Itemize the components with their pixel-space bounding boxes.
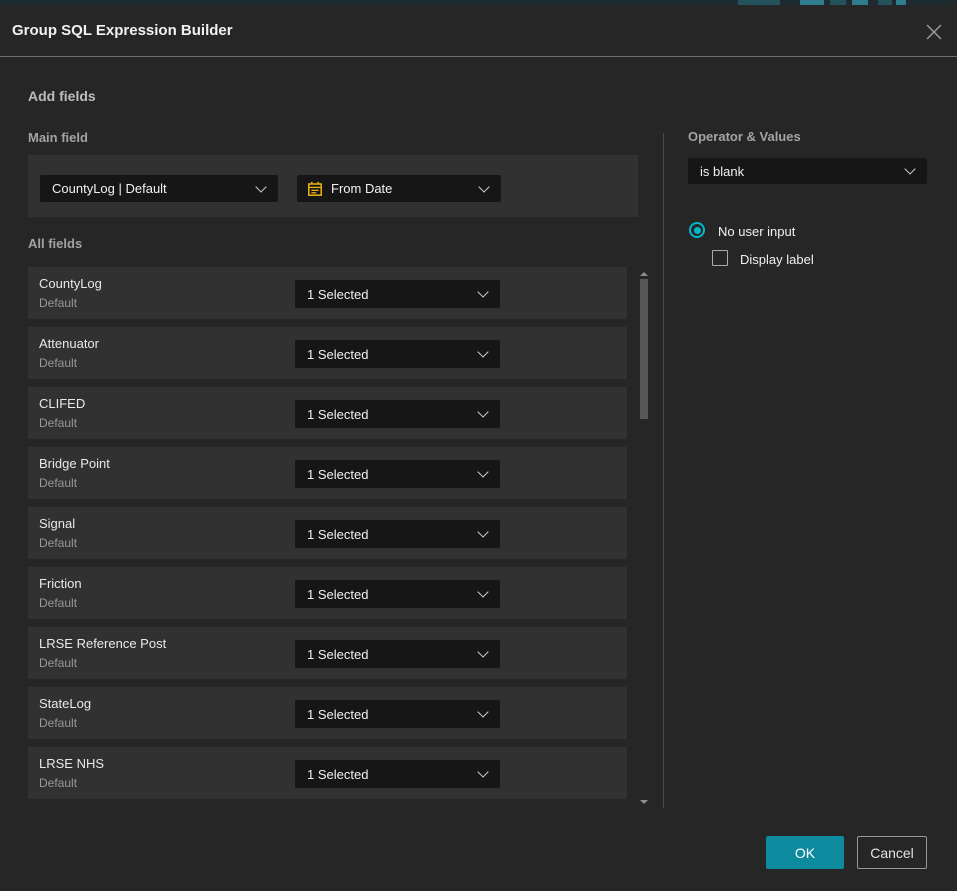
main-layer-dropdown[interactable]: CountyLog | Default — [40, 175, 278, 202]
field-sublabel: Default — [39, 296, 77, 310]
field-name: Signal — [39, 516, 75, 531]
field-row: LRSE Reference Post Default 1 Selected — [28, 627, 627, 679]
chevron-down-icon — [477, 406, 488, 417]
field-row: CountyLog Default 1 Selected — [28, 267, 627, 319]
chevron-down-icon — [904, 163, 915, 174]
dropdown-value: is blank — [700, 158, 744, 184]
ok-button[interactable]: OK — [766, 836, 844, 869]
scrollbar-thumb[interactable] — [640, 279, 648, 419]
fields-list-scrollbar[interactable] — [637, 267, 651, 807]
field-row: Friction Default 1 Selected — [28, 567, 627, 619]
field-selected-dropdown[interactable]: 1 Selected — [295, 760, 500, 788]
field-row: Signal Default 1 Selected — [28, 507, 627, 559]
dropdown-value: 1 Selected — [307, 520, 368, 548]
dropdown-value: 1 Selected — [307, 700, 368, 728]
main-field-label: Main field — [28, 130, 88, 145]
chevron-down-icon — [477, 646, 488, 657]
field-name: LRSE Reference Post — [39, 636, 166, 651]
field-name: CLIFED — [39, 396, 85, 411]
chevron-down-icon — [477, 466, 488, 477]
chevron-down-icon — [477, 706, 488, 717]
calendar-date-icon — [307, 181, 323, 197]
scroll-down-icon[interactable] — [640, 800, 648, 804]
dropdown-value: From Date — [331, 175, 392, 202]
field-selected-dropdown[interactable]: 1 Selected — [295, 520, 500, 548]
field-name: Friction — [39, 576, 82, 591]
field-name: Bridge Point — [39, 456, 110, 471]
no-user-input-radio[interactable] — [689, 222, 705, 238]
operator-dropdown[interactable]: is blank — [688, 158, 927, 184]
field-sublabel: Default — [39, 776, 77, 790]
dropdown-value: 1 Selected — [307, 340, 368, 368]
field-selected-dropdown[interactable]: 1 Selected — [295, 340, 500, 368]
chevron-down-icon — [477, 526, 488, 537]
field-sublabel: Default — [39, 596, 77, 610]
panel-divider — [663, 133, 664, 808]
chevron-down-icon — [477, 286, 488, 297]
display-label-text: Display label — [740, 252, 814, 267]
chevron-down-icon — [255, 181, 266, 192]
field-row: CLIFED Default 1 Selected — [28, 387, 627, 439]
field-sublabel: Default — [39, 656, 77, 670]
dropdown-value: 1 Selected — [307, 400, 368, 428]
all-fields-list: CountyLog Default 1 Selected Attenuator Defa… — [28, 267, 627, 807]
group-sql-expression-builder-dialog: Group SQL Expression Builder Add fields … — [0, 5, 957, 891]
field-selected-dropdown[interactable]: 1 Selected — [295, 640, 500, 668]
field-sublabel: Default — [39, 716, 77, 730]
dropdown-value: 1 Selected — [307, 580, 368, 608]
operator-values-label: Operator & Values — [688, 129, 801, 144]
chevron-down-icon — [477, 766, 488, 777]
field-sublabel: Default — [39, 536, 77, 550]
field-selected-dropdown[interactable]: 1 Selected — [295, 580, 500, 608]
chevron-down-icon — [478, 181, 489, 192]
dialog-titlebar: Group SQL Expression Builder — [0, 5, 957, 57]
field-name: LRSE NHS — [39, 756, 104, 771]
no-user-input-label: No user input — [718, 224, 795, 239]
cancel-button[interactable]: Cancel — [857, 836, 927, 869]
screen: Group SQL Expression Builder Add fields … — [0, 0, 957, 891]
close-icon — [925, 23, 943, 41]
radio-selected-dot — [694, 227, 701, 234]
dropdown-value: 1 Selected — [307, 640, 368, 668]
field-selected-dropdown[interactable]: 1 Selected — [295, 460, 500, 488]
field-sublabel: Default — [39, 416, 77, 430]
field-sublabel: Default — [39, 476, 77, 490]
dropdown-value: 1 Selected — [307, 280, 368, 308]
dropdown-value: 1 Selected — [307, 760, 368, 788]
field-row: LRSE NHS Default 1 Selected — [28, 747, 627, 799]
field-selected-dropdown[interactable]: 1 Selected — [295, 400, 500, 428]
dropdown-value: 1 Selected — [307, 460, 368, 488]
main-field-panel: CountyLog | Default From Date — [28, 155, 638, 217]
scroll-up-icon[interactable] — [640, 272, 648, 276]
close-button[interactable] — [925, 23, 943, 41]
main-date-field-dropdown[interactable]: From Date — [297, 175, 501, 202]
field-row: Bridge Point Default 1 Selected — [28, 447, 627, 499]
field-name: Attenuator — [39, 336, 99, 351]
field-row: Attenuator Default 1 Selected — [28, 327, 627, 379]
field-name: CountyLog — [39, 276, 102, 291]
field-sublabel: Default — [39, 356, 77, 370]
add-fields-heading: Add fields — [28, 88, 96, 104]
field-name: StateLog — [39, 696, 91, 711]
all-fields-label: All fields — [28, 236, 82, 251]
chevron-down-icon — [477, 586, 488, 597]
field-selected-dropdown[interactable]: 1 Selected — [295, 280, 500, 308]
field-selected-dropdown[interactable]: 1 Selected — [295, 700, 500, 728]
display-label-checkbox[interactable] — [712, 250, 728, 266]
chevron-down-icon — [477, 346, 488, 357]
field-row: StateLog Default 1 Selected — [28, 687, 627, 739]
dropdown-value: CountyLog | Default — [52, 175, 167, 202]
dialog-title: Group SQL Expression Builder — [12, 5, 233, 56]
